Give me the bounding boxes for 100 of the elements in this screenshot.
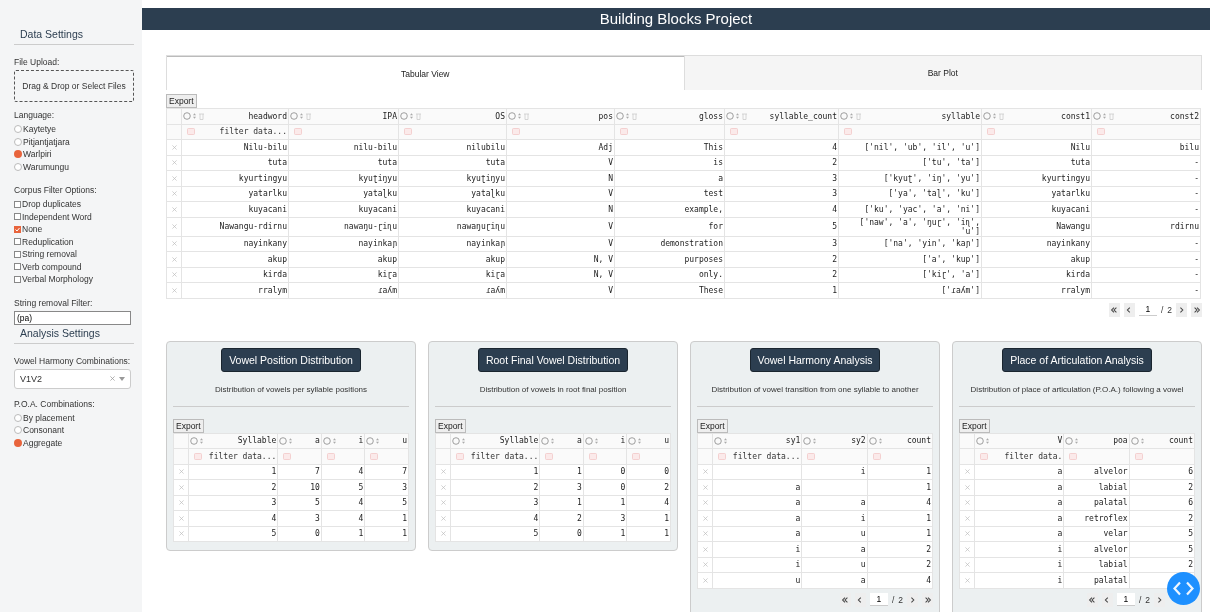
column-header[interactable]: a [315,436,320,446]
export-button[interactable]: Export [166,94,197,108]
table-cell: alvelor [1093,544,1128,554]
table-cell: Nilu-bilu [243,142,287,152]
column-header[interactable]: a [577,436,582,446]
page-separator: / [1160,304,1164,315]
table-cell: velar [1103,529,1128,539]
table-cell: 5 [315,498,320,508]
panel-title-button[interactable]: Vowel Position Distribution [221,347,361,372]
column-header[interactable]: u [402,436,407,446]
table-cell: 4 [664,498,669,508]
filter-field[interactable]: filter data... [464,451,539,461]
table-cell: - [1194,270,1199,280]
table-cell: u [860,529,866,539]
page-field[interactable]: 1 [1138,303,1157,316]
table-cell: 4 [533,513,539,523]
column-header[interactable]: poa [1113,436,1128,446]
column-header[interactable]: u [664,436,669,446]
table-cell: 1 [926,513,931,523]
table-cell: This [703,142,723,152]
table-cell: 1 [926,467,931,477]
table-cell: tuta [485,158,505,168]
column-header[interactable]: pos [598,111,613,121]
panel-title-button[interactable]: Place of Articulation Analysis [1002,347,1152,372]
column-header[interactable]: IPA [382,111,397,121]
export-button[interactable]: Export [697,418,728,433]
checkbox-label: Verbal Morphology [22,274,93,285]
filter-field[interactable]: filter data. [988,451,1063,461]
table-cell: V [608,158,613,168]
table-cell: nilu-bilu [353,142,397,152]
table-cell: 1 [271,467,277,477]
table-cell: N [608,173,613,183]
tab[interactable]: Bar Plot [683,56,1201,90]
table-cell: nayinkaɲ [358,239,397,249]
file-dropzone[interactable]: Drag & Drop or Select Files [14,70,134,102]
filter-field[interactable]: filter data... [202,451,277,461]
column-header[interactable]: sy1 [785,436,801,446]
table-cell: 4 [271,513,277,523]
table-cell: kyuʈiŋyu [466,173,505,183]
column-header[interactable]: V [1057,436,1063,446]
panel-title-button[interactable]: Vowel Harmony Analysis [749,347,881,372]
table-cell: akup [377,254,397,264]
table-cell: 4 [358,467,364,477]
column-header[interactable]: syllable [941,111,980,121]
column-header[interactable]: i [358,436,364,446]
column-header[interactable]: const2 [1170,111,1199,121]
table-cell: palatal [1093,498,1128,508]
column-header[interactable]: const1 [1061,111,1090,121]
table-cell: 4 [926,575,931,585]
table-cell: - [1194,189,1199,199]
radio-label: Pitjantjatjara [23,136,70,147]
table-cell: 2 [926,560,931,570]
export-button[interactable]: Export [173,418,204,433]
table-cell: is [713,158,723,168]
table-cell: a [795,529,801,539]
page-total: 2 [898,594,903,605]
checkbox-label: Verb compound [22,261,82,272]
table-cell: ['ya', 'taɭ', 'ku'] [888,189,980,199]
table-cell: i [795,544,801,554]
table-cell: V [608,239,613,249]
export-button[interactable]: Export [959,418,990,433]
table-cell: a [795,482,801,492]
table-cell: 2 [1188,513,1193,523]
table-cell: 0 [620,482,626,492]
table-cell: 2 [271,482,277,492]
radio-label: By placement [23,412,75,423]
table-cell: i [860,513,866,523]
page-field[interactable]: 1 [1116,593,1135,606]
panel-title-button[interactable]: Root Final Vowel Distribution [477,347,629,372]
table-cell: 1 [358,529,364,539]
column-header[interactable]: OS [495,111,505,121]
table-cell: kuyacani [358,204,397,214]
table-cell: 5 [1188,544,1193,554]
table-cell: labial [1098,482,1128,492]
table-cell: 3 [577,482,582,492]
table-cell: 1 [926,482,931,492]
field-label: Language: [14,110,56,120]
table-cell: kiɽa [485,270,505,280]
table-cell: yataɭku [471,189,505,199]
column-header[interactable]: sy2 [851,436,866,446]
table-cell: - [1194,285,1199,295]
table-cell: 3 [402,482,407,492]
table-cell: tuta [267,158,287,168]
column-header[interactable]: i [620,436,626,446]
page-separator: / [891,594,895,605]
radio-label: Warlpiri [23,149,52,160]
filter-field[interactable]: filter data... [195,127,287,137]
table-cell: 1 [832,285,837,295]
filter-input[interactable]: (pa) [14,310,131,325]
radio-label: Aggregate [23,437,63,448]
panel-description: Distribution of place of articulation (P.O.A.) following a vowel [959,384,1195,407]
combination-select[interactable]: V1V2 [14,368,131,389]
table-cell: 1 [402,513,407,523]
page-field[interactable]: 1 [869,593,888,606]
column-header[interactable]: gloss [698,111,723,121]
table-cell: 2 [832,158,837,168]
filter-field[interactable]: filter data... [726,451,801,461]
export-button[interactable]: Export [435,418,466,433]
table-cell: 1 [664,513,669,523]
table-cell: 3 [620,513,626,523]
